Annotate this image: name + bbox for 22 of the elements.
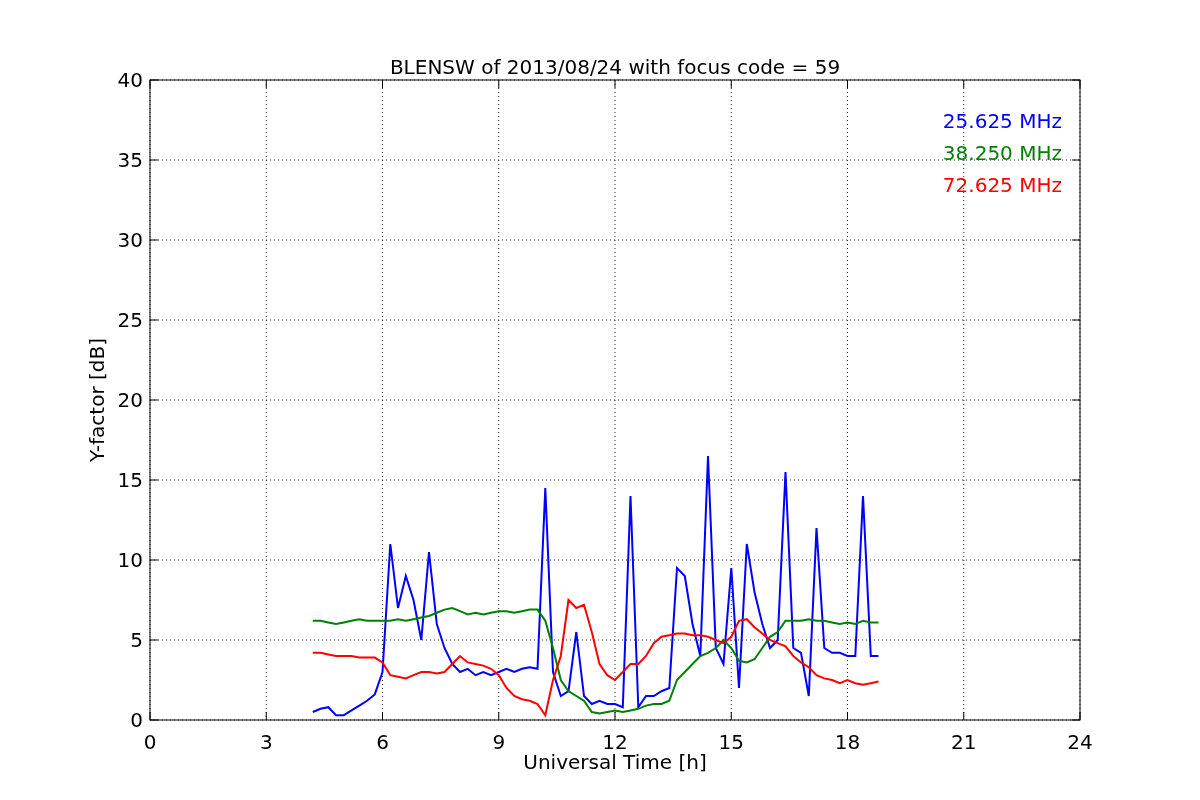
y-tick-label: 25 [117,308,143,332]
legend-label: 72.625 MHz [942,173,1062,197]
y-axis-label: Y-factor [dB] [85,338,109,462]
legend-label: 38.250 MHz [942,141,1062,165]
x-tick-label: 6 [376,730,389,754]
x-tick-label: 3 [259,730,273,754]
x-tick-label: 9 [492,730,506,754]
x-tick-label: 18 [834,730,861,754]
y-tick-label: 20 [117,388,143,412]
y-tick-label: 5 [130,628,143,652]
y-tick-label: 30 [117,228,143,252]
chart-title: BLENSW of 2013/08/24 with focus code = 59 [389,55,841,79]
x-tick-label: 15 [718,730,744,754]
y-tick-label: 0 [130,708,143,732]
legend-label: 25.625 MHz [942,109,1062,133]
y-tick-label: 35 [117,148,143,172]
x-tick-label: 24 [1067,730,1093,754]
y-tick-label: 10 [117,548,143,572]
y-tick-label: 15 [117,468,143,492]
x-tick-label: 21 [951,730,977,754]
x-tick-label: 0 [143,730,157,754]
y-tick-label: 40 [117,68,143,92]
